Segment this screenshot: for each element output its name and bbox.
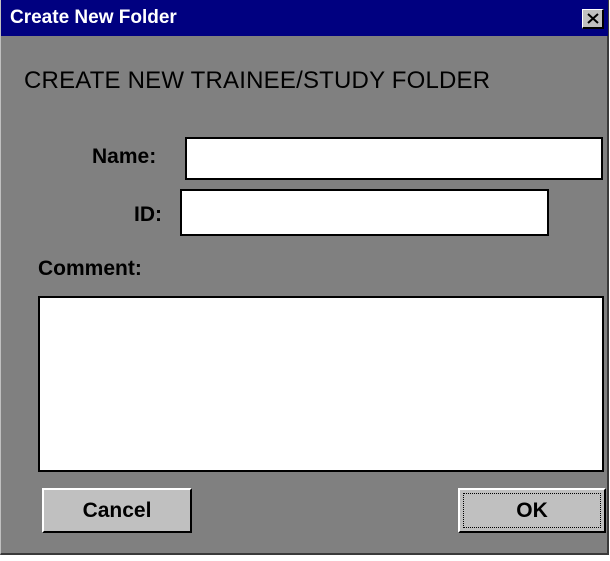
name-input[interactable] bbox=[185, 137, 603, 180]
id-label: ID: bbox=[134, 203, 162, 226]
title-bar: Create New Folder bbox=[1, 0, 608, 36]
cancel-button-label: Cancel bbox=[82, 498, 152, 522]
name-label: Name: bbox=[92, 145, 157, 168]
comment-textarea[interactable] bbox=[38, 296, 604, 472]
create-new-folder-dialog: Create New Folder CREATE NEW TRAINEE/STU… bbox=[0, 0, 609, 555]
cancel-button[interactable]: Cancel bbox=[42, 488, 192, 533]
close-x-icon bbox=[586, 13, 599, 24]
ok-button-label: OK bbox=[516, 498, 548, 522]
id-input[interactable] bbox=[180, 189, 549, 236]
form-heading: CREATE NEW TRAINEE/STUDY FOLDER bbox=[24, 67, 491, 94]
comment-label: Comment: bbox=[38, 257, 142, 280]
ok-button-focus-rect: OK bbox=[463, 493, 601, 528]
close-button[interactable] bbox=[582, 9, 604, 29]
window-title: Create New Folder bbox=[10, 7, 177, 28]
ok-button[interactable]: OK bbox=[458, 488, 606, 533]
